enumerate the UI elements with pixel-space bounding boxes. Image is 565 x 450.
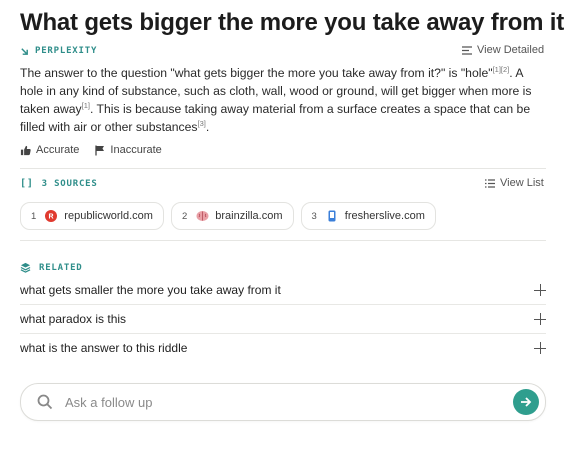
plus-icon <box>534 284 546 296</box>
text-lines-icon <box>462 45 472 55</box>
inaccurate-button[interactable]: Inaccurate <box>95 144 162 156</box>
search-icon <box>37 394 53 410</box>
related-item[interactable]: what gets smaller the more you take away… <box>20 276 546 305</box>
citation-1[interactable]: [1] <box>82 101 90 110</box>
related-item[interactable]: what is the answer to this riddle <box>20 334 546 362</box>
flag-icon <box>95 145 105 156</box>
source-number: 2 <box>181 210 188 222</box>
source-domain: brainzilla.com <box>215 210 283 222</box>
sources-label: 3 SOURCES <box>41 178 98 189</box>
related-item-text: what is the answer to this riddle <box>20 341 188 355</box>
fresherslive-favicon-icon <box>326 210 338 222</box>
source-domain: republicworld.com <box>64 210 153 222</box>
source-chip[interactable]: 2 brainzilla.com <box>170 202 294 230</box>
plus-icon <box>534 342 546 354</box>
layers-icon <box>20 262 31 273</box>
followup-bar <box>20 383 546 421</box>
divider <box>20 168 546 169</box>
answer-text-part: . <box>205 120 210 134</box>
thumbs-up-icon <box>20 145 31 156</box>
send-button[interactable] <box>513 389 539 415</box>
related-item[interactable]: what paradox is this <box>20 305 546 334</box>
followup-input[interactable] <box>63 393 513 411</box>
view-detailed-button[interactable]: View Detailed <box>462 44 544 56</box>
source-domain: fresherslive.com <box>344 210 425 222</box>
view-list-button[interactable]: View List <box>485 177 544 189</box>
svg-text:R: R <box>49 214 54 221</box>
answer-header: PERPLEXITY <box>20 46 97 56</box>
list-icon <box>485 178 495 188</box>
divider <box>20 240 546 241</box>
question-title: What gets bigger the more you take away … <box>20 9 565 36</box>
arrow-down-right-icon <box>20 47 29 56</box>
accurate-button[interactable]: Accurate <box>20 144 79 156</box>
source-chip[interactable]: 3 fresherslive.com <box>300 202 436 230</box>
send-arrow-icon <box>519 395 533 409</box>
answer-text-part: The answer to the question "what gets bi… <box>20 66 493 80</box>
feedback-row: Accurate Inaccurate <box>20 144 162 156</box>
source-number: 3 <box>311 210 317 222</box>
perplexity-label: PERPLEXITY <box>35 46 98 56</box>
brackets-icon: [] <box>20 178 34 189</box>
sources-header: [] 3 SOURCES <box>20 178 98 189</box>
brainzilla-favicon-icon <box>196 210 209 222</box>
answer-text-part: . This is because taking away material f… <box>20 102 531 134</box>
citation-1-2[interactable]: [1][2] <box>493 65 510 74</box>
related-list: what gets smaller the more you take away… <box>20 276 546 362</box>
inaccurate-label: Inaccurate <box>110 144 162 156</box>
citation-3[interactable]: [3] <box>197 119 205 128</box>
related-item-text: what gets smaller the more you take away… <box>20 283 281 297</box>
source-chip[interactable]: 1 R republicworld.com <box>20 202 164 230</box>
sources-list: 1 R republicworld.com 2 brainzilla.com 3… <box>20 202 436 230</box>
answer-page: What gets bigger the more you take away … <box>0 0 565 450</box>
accurate-label: Accurate <box>36 144 80 156</box>
view-detailed-label: View Detailed <box>477 44 545 56</box>
answer-text: The answer to the question "what gets bi… <box>20 64 540 136</box>
related-label: RELATED <box>39 262 83 273</box>
source-number: 1 <box>31 210 37 222</box>
view-list-label: View List <box>500 177 544 189</box>
republicworld-favicon-icon: R <box>45 210 58 222</box>
plus-icon <box>534 313 546 325</box>
related-item-text: what paradox is this <box>20 312 127 326</box>
related-header: RELATED <box>20 262 83 273</box>
